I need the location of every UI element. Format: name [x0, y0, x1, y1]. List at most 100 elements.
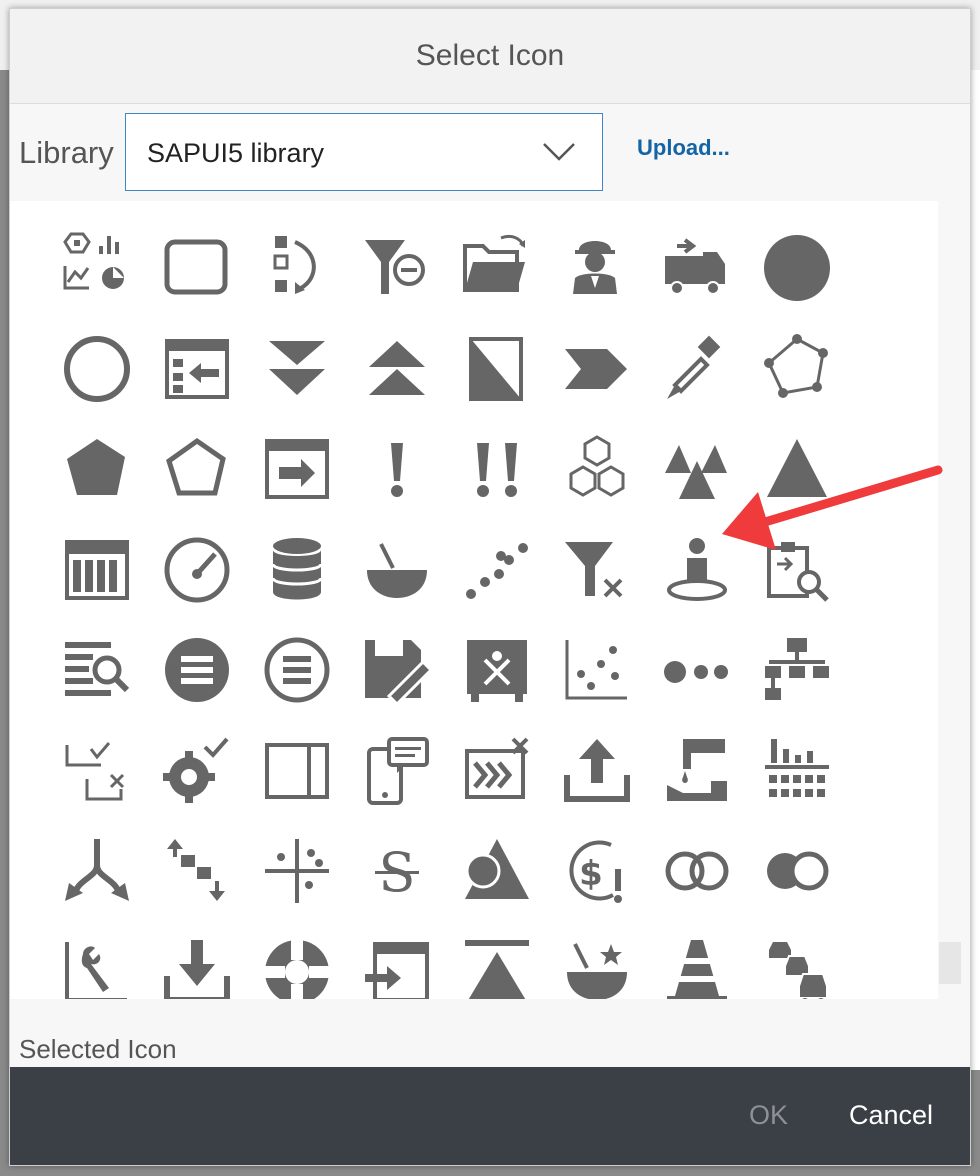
- icon-cell-filled-circle[interactable]: [747, 218, 847, 319]
- mountains-icon: [665, 445, 727, 500]
- icon-cell-water-tap[interactable]: [647, 721, 747, 822]
- icon-cell-mountains[interactable]: [647, 419, 747, 520]
- icon-cell-calendar-grid[interactable]: [47, 520, 147, 621]
- icon-cell-dollar-alert[interactable]: $: [547, 821, 647, 922]
- icon-cell-wrench-chart[interactable]: [47, 922, 147, 999]
- icon-cell-triangle-bar[interactable]: [447, 922, 547, 999]
- multiple-charts-icon: [63, 232, 124, 290]
- icon-cell-calendar-import[interactable]: [347, 922, 447, 999]
- library-row: Library SAPUI5 library Upload...: [10, 113, 970, 197]
- icon-cell-calendar-forward[interactable]: [247, 419, 347, 520]
- gauge-icon: [164, 537, 230, 603]
- icon-cell-outline-circles[interactable]: [647, 821, 747, 922]
- double-exclamation-icon: [477, 443, 517, 498]
- upload-link[interactable]: Upload...: [637, 135, 730, 161]
- icon-cell-lifebuoy[interactable]: [247, 922, 347, 999]
- sort-steps-icon: [273, 236, 316, 295]
- polygon-points-icon: [764, 333, 828, 398]
- icon-cell-bowl-spoon[interactable]: [347, 520, 447, 621]
- library-label: Library: [19, 135, 114, 170]
- upload-icon: [564, 738, 630, 802]
- icon-cell-gauge[interactable]: [147, 520, 247, 621]
- dollar-alert-icon: $: [569, 840, 622, 904]
- icon-cell-calendar-move-left[interactable]: [147, 319, 247, 420]
- rectangle-outline-icon: [164, 239, 228, 295]
- bowl-spoon-icon: [367, 542, 427, 598]
- svg-text:$: $: [579, 854, 603, 894]
- icon-cell-filled-triangle[interactable]: [747, 419, 847, 520]
- icon-cell-flow-remove[interactable]: [447, 721, 547, 822]
- icon-cell-split-arrows[interactable]: [47, 821, 147, 922]
- icon-cell-currency-s[interactable]: S: [347, 821, 447, 922]
- icon-cell-pentagon-outline[interactable]: [147, 419, 247, 520]
- icon-cell-bowl-star[interactable]: [547, 922, 647, 999]
- list-search-icon: [65, 642, 130, 697]
- icon-cell-save-edit[interactable]: [347, 620, 447, 721]
- icon-cell-filled-pentagon[interactable]: [47, 419, 147, 520]
- icon-cell-scatter-chart[interactable]: [547, 620, 647, 721]
- icon-cell-download[interactable]: [147, 922, 247, 999]
- save-edit-icon: [365, 640, 433, 707]
- filled-circle-icon: [764, 235, 830, 302]
- circle-outline-icon: [64, 335, 130, 402]
- icon-cell-database-stack[interactable]: [247, 520, 347, 621]
- icon-cell-polygon-points[interactable]: [747, 319, 847, 420]
- filled-pentagon-icon: [67, 439, 125, 496]
- icon-cell-exclamation[interactable]: [347, 419, 447, 520]
- hexagon-cluster-icon: [569, 435, 625, 497]
- icon-cell-board-remove[interactable]: [447, 620, 547, 721]
- expand-up-icon: [369, 340, 425, 395]
- icon-cell-clear-filter[interactable]: [347, 218, 447, 319]
- currency-s-icon: S: [375, 841, 419, 904]
- icon-cell-menu-circle[interactable]: [147, 620, 247, 721]
- collapse-down-icon: [269, 340, 325, 395]
- icon-cell-filter-remove[interactable]: [547, 520, 647, 621]
- icon-cell-chevron-shape[interactable]: [547, 319, 647, 420]
- icon-cell-check-remove-list[interactable]: [47, 721, 147, 822]
- icon-cell-phone-message[interactable]: [347, 721, 447, 822]
- icon-cell-list-search[interactable]: [47, 620, 147, 721]
- icon-cell-diagonal-split[interactable]: [447, 319, 547, 420]
- icon-cell-collapse-down[interactable]: [247, 319, 347, 420]
- icon-cell-traffic-cone[interactable]: [647, 922, 747, 999]
- icon-cell-worker[interactable]: [547, 218, 647, 319]
- icon-cell-person-placeholder[interactable]: [647, 520, 747, 621]
- scrollbar-thumb[interactable]: [939, 942, 961, 984]
- icon-cell-expand-up[interactable]: [347, 319, 447, 420]
- select-icon-dialog: Select Icon Library SAPUI5 library Uploa…: [9, 8, 971, 1166]
- icon-cell-eyedropper[interactable]: [647, 319, 747, 420]
- transfer-search-icon: [767, 541, 829, 602]
- icon-cell-circle-outline[interactable]: [47, 319, 147, 420]
- wrench-chart-icon: [65, 941, 127, 999]
- icon-cell-open-folder-sync[interactable]: [447, 218, 547, 319]
- icon-cell-stair-steps[interactable]: [147, 821, 247, 922]
- icon-cell-bar-chart-grid[interactable]: [747, 721, 847, 822]
- bowl-star-icon: [567, 942, 627, 999]
- icon-grid: S $: [47, 218, 847, 999]
- icon-cell-dot-progress[interactable]: [647, 620, 747, 721]
- icon-cell-upload[interactable]: [547, 721, 647, 822]
- ok-button[interactable]: OK: [749, 1100, 788, 1131]
- icon-cell-org-chart[interactable]: [747, 620, 847, 721]
- icon-list[interactable]: S $: [10, 201, 938, 999]
- icon-cell-double-exclamation[interactable]: [447, 419, 547, 520]
- icon-cell-gear-check[interactable]: [147, 721, 247, 822]
- icon-cell-hexagon-cluster[interactable]: [547, 419, 647, 520]
- library-select[interactable]: SAPUI5 library: [125, 113, 603, 191]
- icon-cell-menu-circle-outline[interactable]: [247, 620, 347, 721]
- icon-cell-traffic-jam[interactable]: [747, 922, 847, 999]
- open-folder-sync-icon: [463, 235, 525, 293]
- icon-cell-sidebar-panel[interactable]: [247, 721, 347, 822]
- split-arrows-icon: [65, 839, 129, 902]
- cancel-button[interactable]: Cancel: [849, 1100, 933, 1131]
- icon-cell-dot-trail[interactable]: [447, 520, 547, 621]
- icon-cell-circle-triangle[interactable]: [447, 821, 547, 922]
- icon-cell-filled-circles[interactable]: [747, 821, 847, 922]
- board-remove-icon: [467, 640, 527, 703]
- icon-cell-rectangle-outline[interactable]: [147, 218, 247, 319]
- icon-cell-tow-truck[interactable]: [647, 218, 747, 319]
- icon-cell-sort-steps[interactable]: [247, 218, 347, 319]
- icon-cell-quadrant-dots[interactable]: [247, 821, 347, 922]
- icon-cell-transfer-search[interactable]: [747, 520, 847, 621]
- icon-cell-multiple-charts[interactable]: [47, 218, 147, 319]
